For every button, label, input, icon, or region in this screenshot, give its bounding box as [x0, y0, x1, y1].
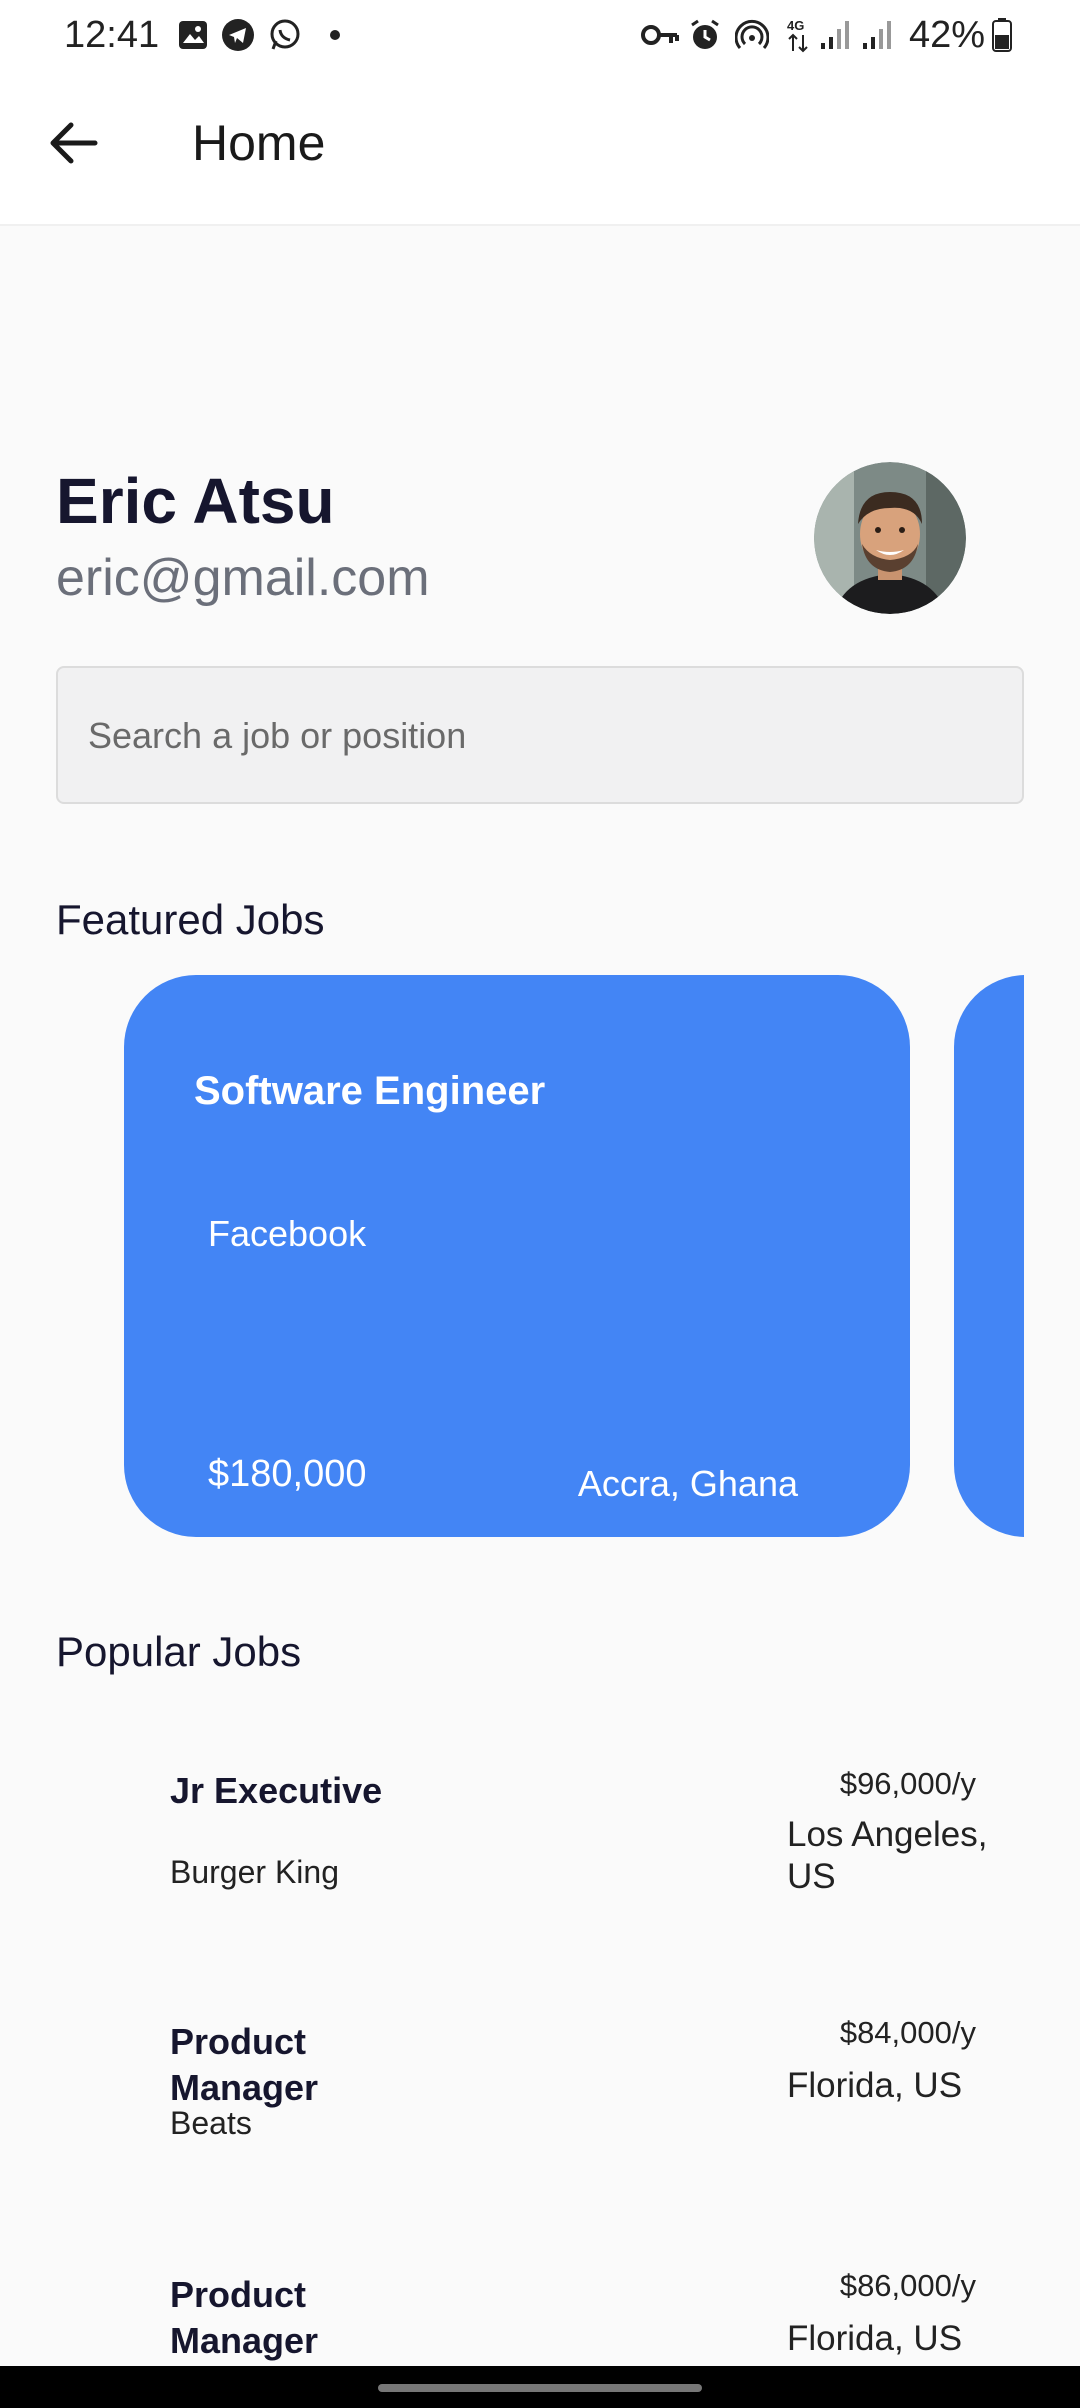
job-company: Facebook [208, 1213, 367, 1254]
page-title: Home [192, 115, 326, 171]
job-title: Product Manager [170, 2274, 319, 2361]
4g-icon: 4G [784, 18, 812, 53]
avatar[interactable] [814, 462, 966, 614]
popular-job-item[interactable]: Product Manager Beats $84,000/y Florida,… [0, 1993, 1080, 2233]
featured-jobs-title: Featured Jobs [56, 896, 325, 943]
job-location: Accra, Ghana [577, 1463, 798, 1504]
svg-text:4G: 4G [787, 18, 804, 33]
popular-job-item[interactable]: Jr Executive Burger King $96,000/y Los A… [0, 1740, 1080, 1980]
job-location: Los Angeles, US [787, 1815, 988, 1896]
job-company: Burger King [170, 1854, 339, 1890]
job-salary: $96,000/y [839, 1766, 976, 1801]
telegram-icon [221, 18, 255, 52]
signal-icon [818, 18, 852, 52]
signal-icon [860, 18, 894, 52]
job-salary: $84,000/y [839, 2015, 976, 2050]
job-location: Florida, US [787, 2319, 963, 2358]
battery-icon [990, 18, 1014, 52]
job-location: Florida, US [787, 2066, 963, 2105]
status-time: 12:41 [64, 14, 160, 56]
whatsapp-icon [268, 18, 302, 52]
featured-jobs-carousel[interactable]: Software Engineer Facebook $180,000 Accr… [0, 975, 1024, 1537]
job-company: Beats [170, 2105, 252, 2141]
job-salary: $86,000/y [839, 2268, 976, 2303]
job-title: Software Engineer [194, 1069, 546, 1113]
user-email: eric@gmail.com [56, 549, 430, 607]
gallery-icon [176, 18, 210, 52]
popular-jobs-title: Popular Jobs [56, 1628, 302, 1675]
featured-job-card[interactable] [954, 975, 1024, 1537]
alarm-icon [688, 18, 722, 52]
dot-icon [318, 18, 352, 52]
search-input[interactable] [86, 668, 990, 804]
hotspot-icon [735, 18, 769, 52]
popular-job-item[interactable]: Product Manager $86,000/y Florida, US [0, 2246, 1080, 2366]
app-bar [0, 72, 1080, 226]
arrow-left-icon [50, 122, 98, 164]
search-box[interactable] [56, 666, 1024, 804]
job-title: Jr Executive [170, 1770, 383, 1811]
home-gesture-handle[interactable] [378, 2384, 702, 2392]
battery-percentage: 42% [909, 14, 986, 56]
back-button[interactable] [38, 108, 108, 178]
user-name: Eric Atsu [56, 465, 335, 537]
key-icon [640, 18, 680, 52]
job-salary: $180,000 [208, 1453, 367, 1495]
job-title: Product Manager [170, 2021, 319, 2108]
featured-job-card[interactable]: Software Engineer Facebook $180,000 Accr… [124, 975, 910, 1537]
